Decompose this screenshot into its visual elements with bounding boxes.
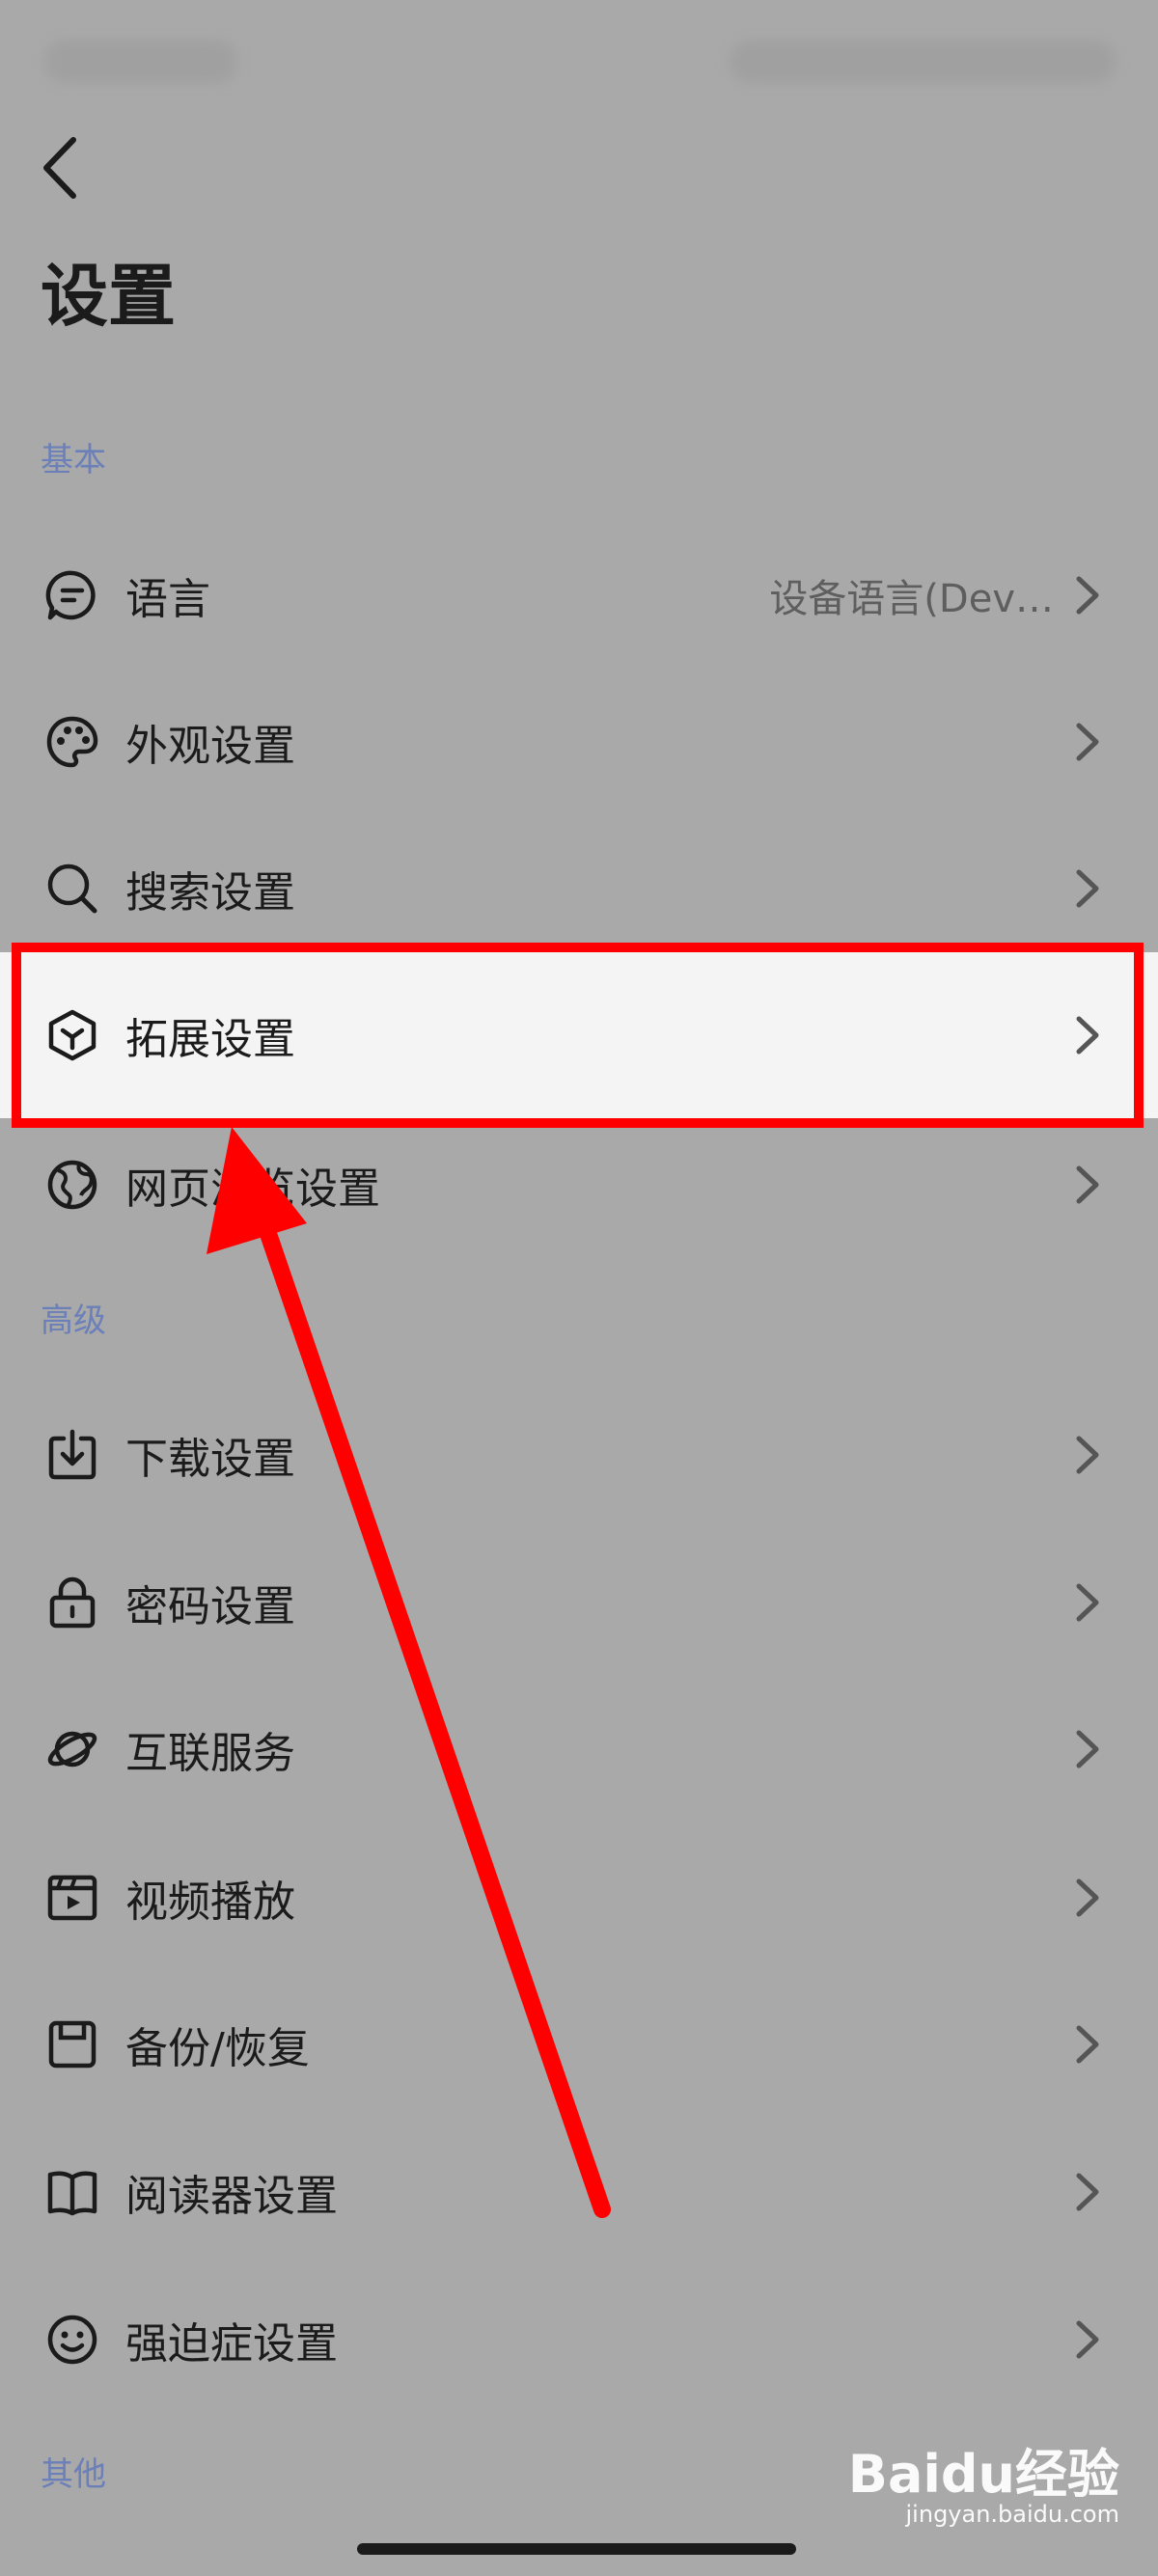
row-label: 视频播放: [125, 1877, 295, 1927]
baidu-watermark: Baidu经验 jingyan.baidu.com: [848, 2431, 1119, 2537]
search-icon: [44, 861, 100, 917]
row-label: 网页浏览设置: [125, 1165, 380, 1214]
chevron-right-icon: [1073, 1580, 1102, 1625]
chevron-right-icon: [1073, 1013, 1102, 1057]
watermark-logo: Baidu经验: [847, 2444, 1119, 2505]
section-label-advanced: 高级: [41, 1302, 106, 1340]
chevron-right-icon: [1073, 1163, 1102, 1207]
row-label: 备份/恢复: [125, 2024, 310, 2073]
status-bar-right: [730, 41, 1116, 83]
save-icon: [44, 2016, 100, 2072]
book-icon: [44, 2164, 100, 2220]
chevron-right-icon: [1073, 1727, 1102, 1771]
settings-row-services[interactable]: 互联服务: [0, 1677, 1158, 1822]
chevron-right-icon: [1073, 2170, 1102, 2214]
video-icon: [44, 1870, 100, 1926]
settings-row-download[interactable]: 下载设置: [0, 1383, 1158, 1527]
section-label-basic: 基本: [41, 441, 106, 480]
message-bubble-icon: [44, 567, 100, 623]
page-title: 设置: [41, 257, 176, 336]
settings-row-backup[interactable]: 备份/恢复: [0, 1972, 1158, 2117]
row-label: 阅读器设置: [125, 2172, 338, 2221]
chevron-right-icon: [1073, 1433, 1102, 1477]
chevron-right-icon: [1073, 573, 1102, 617]
row-value: 设备语言(Dev…: [769, 577, 1054, 621]
watermark-url: jingyan.baidu.com: [905, 2501, 1119, 2528]
row-label: 语言: [125, 575, 210, 624]
chevron-left-icon: [43, 137, 76, 199]
row-label: 密码设置: [125, 1582, 295, 1631]
globe-icon: [44, 1157, 100, 1213]
row-label: 强迫症设置: [125, 2319, 338, 2369]
settings-row-video[interactable]: 视频播放: [0, 1825, 1158, 1970]
chevron-right-icon: [1073, 720, 1102, 764]
status-bar-left: [44, 41, 237, 83]
section-label-other: 其他: [41, 2455, 106, 2494]
row-label: 下载设置: [125, 1435, 295, 1484]
settings-row-appearance[interactable]: 外观设置: [0, 670, 1158, 814]
settings-row-ocd[interactable]: 强迫症设置: [0, 2267, 1158, 2412]
planet-icon: [44, 1721, 100, 1777]
row-label: 外观设置: [125, 722, 295, 771]
row-label: 互联服务: [125, 1729, 295, 1778]
lock-icon: [44, 1575, 100, 1631]
row-label: 搜索设置: [125, 868, 295, 918]
chevron-right-icon: [1073, 866, 1102, 911]
settings-row-reader[interactable]: 阅读器设置: [0, 2120, 1158, 2264]
settings-row-browsing[interactable]: 网页浏览设置: [0, 1112, 1158, 1257]
settings-row-password[interactable]: 密码设置: [0, 1530, 1158, 1675]
settings-row-search[interactable]: 搜索设置: [0, 816, 1158, 961]
chevron-right-icon: [1073, 1876, 1102, 1920]
chevron-right-icon: [1073, 2022, 1102, 2067]
settings-row-extensions[interactable]: 拓展设置: [0, 952, 1158, 1118]
palette-icon: [44, 714, 100, 770]
back-button[interactable]: [31, 127, 89, 208]
download-icon: [44, 1427, 100, 1483]
home-indicator[interactable]: [357, 2543, 796, 2555]
cube-icon: [44, 1007, 100, 1063]
settings-row-language[interactable]: 语言 设备语言(Dev…: [0, 523, 1158, 668]
chevron-right-icon: [1073, 2317, 1102, 2362]
row-label: 拓展设置: [125, 1015, 295, 1064]
smiley-icon: [44, 2312, 100, 2368]
